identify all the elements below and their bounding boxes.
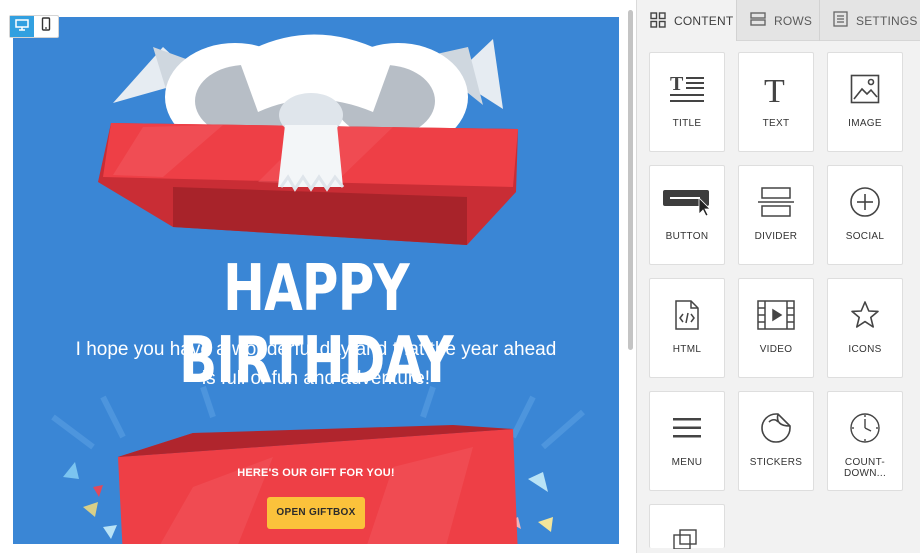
block-menu-label: MENU	[671, 457, 703, 468]
gift-caption[interactable]: HERE'S OUR GIFT FOR YOU!	[13, 467, 619, 479]
email-subline-line-1: I hope you have a wonderful day and that…	[75, 339, 557, 360]
canvas-scrollbar[interactable]	[628, 10, 633, 350]
tab-rows-label: ROWS	[774, 13, 813, 28]
image-icon	[828, 71, 902, 107]
svg-text:T: T	[764, 73, 785, 106]
block-title-label: TITLE	[672, 118, 702, 129]
tab-settings-label: SETTINGS	[856, 13, 918, 28]
content-panel: CONTENT ROWS SETTINGS T TITLE T TEXT IMA…	[636, 0, 920, 553]
tab-content-label: CONTENT	[674, 14, 734, 28]
block-divider[interactable]: DIVIDER	[738, 165, 814, 265]
block-button-label: BUTTON	[665, 231, 709, 242]
panel-tabs: CONTENT ROWS SETTINGS	[637, 0, 920, 42]
button-icon	[650, 184, 724, 220]
block-icons[interactable]: ICONS	[827, 278, 903, 378]
email-editor: HAPPY BIRTHDAY I hope you have a wonderf…	[0, 0, 920, 553]
desktop-icon	[15, 18, 29, 36]
block-image-label: IMAGE	[848, 118, 882, 129]
block-html-label: HTML	[672, 344, 702, 355]
text-icon: T	[739, 71, 813, 107]
title-icon: T	[650, 71, 724, 107]
block-video[interactable]: VIDEO	[738, 278, 814, 378]
menu-icon	[650, 410, 724, 446]
svg-text:T: T	[670, 73, 684, 95]
block-text[interactable]: T TEXT	[738, 52, 814, 152]
grid-icon	[650, 11, 666, 31]
tab-content[interactable]: CONTENT	[637, 0, 736, 42]
block-divider-label: DIVIDER	[754, 231, 798, 242]
copy-icon	[650, 521, 724, 553]
block-html[interactable]: HTML	[649, 278, 725, 378]
settings-doc-icon	[833, 11, 848, 30]
clock-icon	[828, 410, 902, 446]
tab-rows[interactable]: ROWS	[736, 0, 819, 41]
block-icons-label: ICONS	[848, 344, 882, 355]
star-icon	[828, 297, 902, 333]
block-countdown[interactable]: COUNT-DOWN...	[827, 391, 903, 491]
open-giftbox-button[interactable]: OPEN GIFTBOX	[267, 497, 365, 529]
tab-settings[interactable]: SETTINGS	[819, 0, 920, 41]
block-social[interactable]: SOCIAL	[827, 165, 903, 265]
email-preview[interactable]: HAPPY BIRTHDAY I hope you have a wonderf…	[13, 17, 619, 544]
mobile-icon	[41, 17, 51, 36]
block-title[interactable]: T TITLE	[649, 52, 725, 152]
device-toggle	[9, 15, 59, 38]
block-video-label: VIDEO	[759, 344, 793, 355]
block-countdown-label: COUNT-DOWN...	[843, 457, 887, 479]
block-text-label: TEXT	[762, 118, 790, 129]
block-image[interactable]: IMAGE	[827, 52, 903, 152]
block-social-label: SOCIAL	[845, 231, 885, 242]
sticker-icon	[739, 410, 813, 446]
block-stickers-label: STICKERS	[749, 457, 803, 468]
block-partial[interactable]	[649, 504, 725, 549]
html-file-icon	[650, 297, 724, 333]
video-icon	[739, 297, 813, 333]
rows-icon	[750, 12, 766, 29]
block-button[interactable]: BUTTON	[649, 165, 725, 265]
email-subline-line-2: is full of fun and adventure!	[201, 368, 431, 389]
editor-canvas: HAPPY BIRTHDAY I hope you have a wonderf…	[0, 0, 633, 553]
block-stickers[interactable]: STICKERS	[738, 391, 814, 491]
divider-icon	[739, 184, 813, 220]
email-subline[interactable]: I hope you have a wonderful day and that…	[53, 335, 579, 393]
block-menu[interactable]: MENU	[649, 391, 725, 491]
desktop-view-button[interactable]	[10, 16, 34, 37]
social-plus-icon	[828, 184, 902, 220]
mobile-view-button[interactable]	[34, 16, 58, 37]
